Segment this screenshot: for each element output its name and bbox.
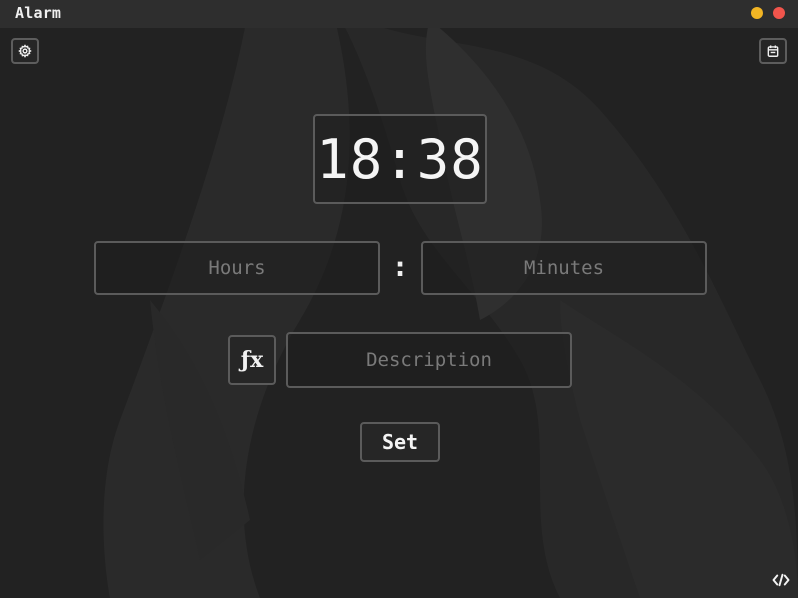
alarm-window: Alarm 18:38 : ƒx Set <box>0 0 798 598</box>
calendar-icon <box>767 45 779 57</box>
minimize-icon[interactable] <box>751 7 763 19</box>
minutes-field[interactable] <box>421 241 707 295</box>
code-icon <box>772 573 790 587</box>
function-button[interactable]: ƒx <box>228 335 276 385</box>
background-artwork <box>0 0 798 598</box>
close-icon[interactable] <box>773 7 785 19</box>
title-bar[interactable]: Alarm <box>0 0 798 28</box>
set-button[interactable]: Set <box>360 422 440 462</box>
function-icon: ƒx <box>240 347 264 373</box>
set-button-label: Set <box>381 430 419 454</box>
minutes-input[interactable] <box>423 243 705 293</box>
hours-input[interactable] <box>96 243 378 293</box>
settings-button[interactable] <box>11 38 39 64</box>
current-time: 18:38 <box>316 127 484 191</box>
current-time-display: 18:38 <box>313 114 487 204</box>
time-separator: : <box>391 250 409 283</box>
window-title: Alarm <box>15 4 62 22</box>
description-field[interactable] <box>286 332 572 388</box>
code-button[interactable] <box>771 571 791 589</box>
hours-field[interactable] <box>94 241 380 295</box>
description-input[interactable] <box>288 334 570 386</box>
calendar-button[interactable] <box>759 38 787 64</box>
gear-icon <box>18 44 32 58</box>
